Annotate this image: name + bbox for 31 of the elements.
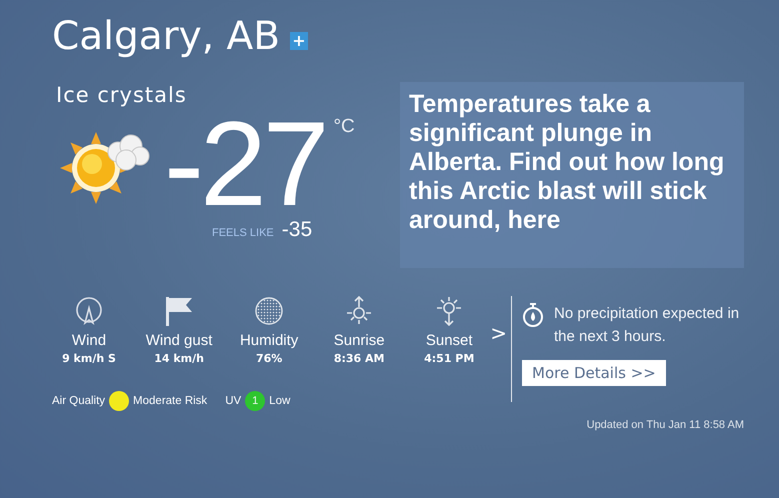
index-label: Air Quality (52, 395, 106, 407)
stat-label: Sunrise (334, 332, 385, 349)
stat-label: Sunset (426, 332, 473, 349)
stat-value: 76% (256, 352, 282, 365)
stat-label: Wind gust (146, 332, 212, 349)
city-name: Calgary, AB (52, 13, 280, 61)
index-value: Low (269, 395, 290, 407)
precipitation-text: No precipitation expected in the next 3 hours. (554, 304, 740, 347)
stat-value: 14 km/h (154, 352, 204, 365)
stat-label: Wind (72, 332, 106, 349)
more-details-button[interactable]: More Details >> (522, 360, 666, 386)
temperature-value: -27 (164, 108, 326, 220)
condition-text: Ice crystals (56, 82, 188, 108)
index-value: Moderate Risk (133, 395, 208, 407)
temperature-unit: °C (333, 116, 355, 138)
index-badge: 1 (245, 391, 266, 411)
updated-time: Updated on Thu Jan 11 8:58 AM (586, 419, 744, 431)
news-link[interactable]: Temperatures take a significant plunge in Alberta. Find out how long this Arctic blast will stick around, here (400, 82, 744, 268)
index-label: UV (225, 395, 242, 407)
feels-like-value: -35 (282, 218, 312, 242)
stat-value: 8:36 AM (334, 352, 384, 365)
stat-value: 9 km/h S (62, 352, 116, 365)
stat-value: 4:51 PM (424, 352, 474, 365)
stopwatch-icon (522, 302, 544, 328)
feels-like-label: FEELS LIKE (212, 227, 274, 239)
next-button[interactable]: > (490, 321, 507, 345)
add-button[interactable]: + (290, 32, 308, 50)
stat-label: Humidity (240, 332, 298, 349)
flag-icon (164, 296, 194, 326)
humidity-icon (254, 296, 284, 326)
wind-icon (74, 296, 104, 326)
